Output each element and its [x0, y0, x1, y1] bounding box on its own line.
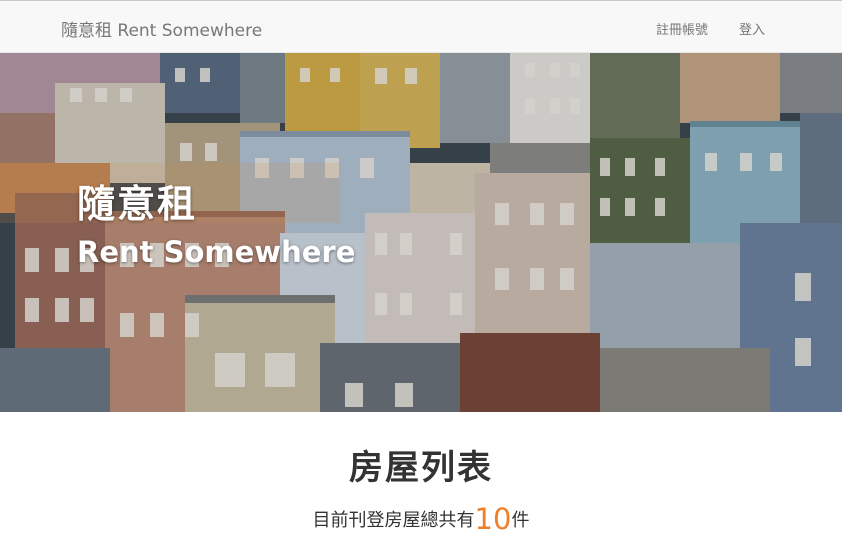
hero-title: 隨意租 — [77, 182, 198, 226]
hero-subtitle: Rent Somewhere — [77, 235, 356, 269]
listing-count-number: 10 — [474, 502, 512, 536]
nav-links: 註冊帳號 登入 — [656, 19, 765, 38]
count-suffix: 件 — [511, 510, 530, 531]
listing-count-text: 目前刊登房屋總共有10件 — [0, 502, 842, 536]
hero-banner: 隨意租 Rent Somewhere — [0, 53, 842, 412]
register-link[interactable]: 註冊帳號 — [656, 19, 708, 38]
brand-link[interactable]: 隨意租 Rent Somewhere — [61, 16, 262, 41]
hero-background-image — [0, 53, 842, 412]
count-prefix: 目前刊登房屋總共有 — [312, 510, 475, 531]
listing-heading: 房屋列表 — [349, 448, 493, 488]
top-navbar: 隨意租 Rent Somewhere 註冊帳號 登入 — [0, 0, 842, 53]
login-link[interactable]: 登入 — [739, 19, 765, 38]
